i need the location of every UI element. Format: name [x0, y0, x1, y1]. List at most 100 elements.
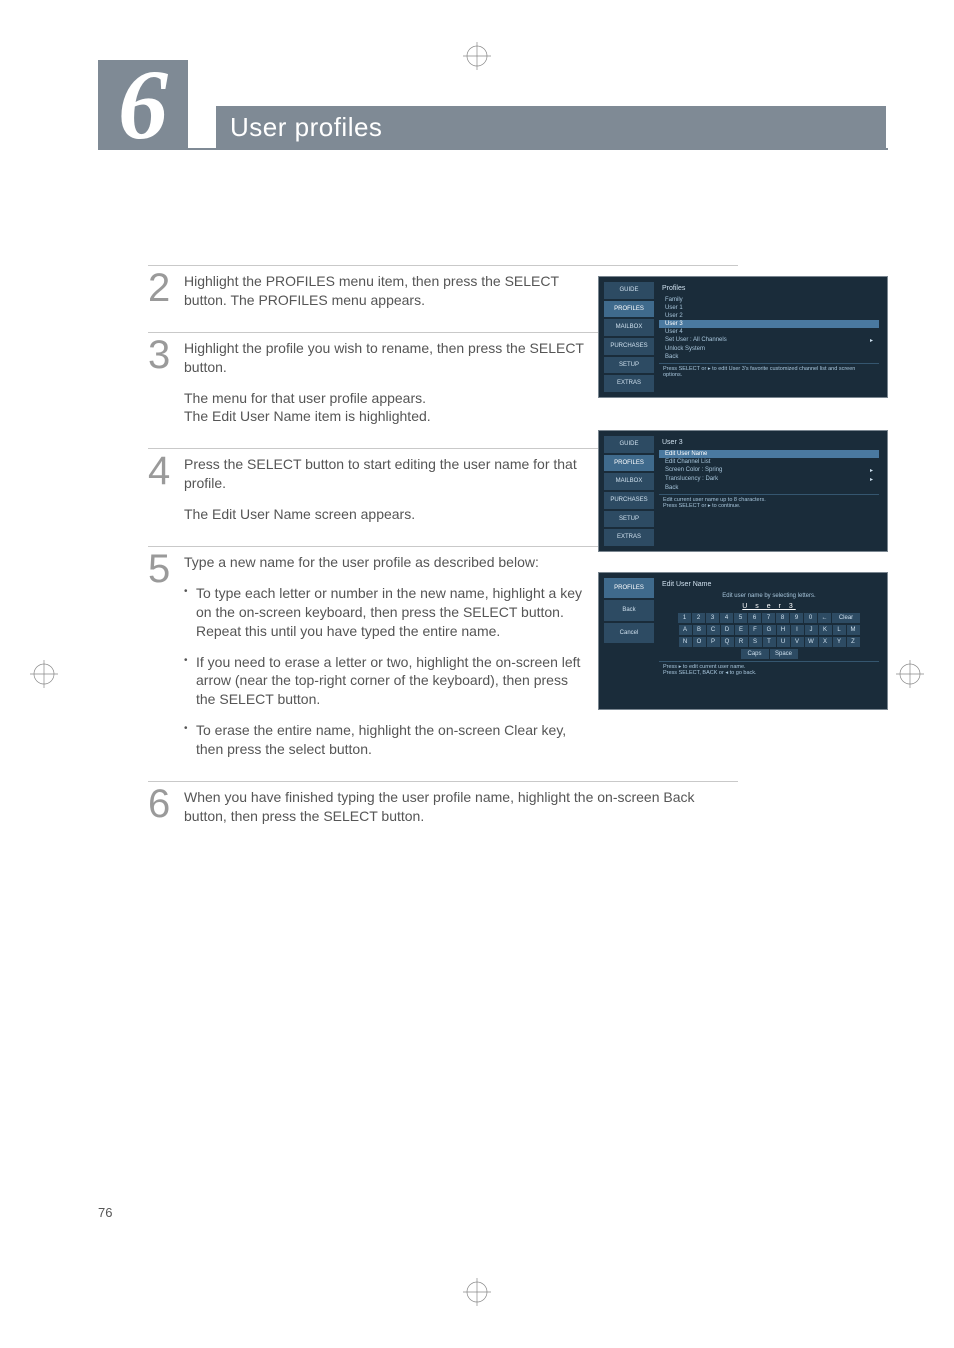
row-label: Screen Color : Spring — [665, 467, 722, 474]
figure-hint: Edit user name by selecting letters. — [659, 592, 879, 600]
key: 4 — [720, 613, 733, 623]
chevron-right-icon: ▸ — [870, 467, 873, 474]
key: E — [735, 625, 748, 635]
step-bullet: To erase the entire name, highlight the … — [184, 721, 586, 759]
menu-row: Back — [659, 484, 879, 492]
chevron-right-icon: ▸ — [870, 476, 873, 483]
step-text: The menu for that user profile appears. … — [184, 389, 586, 427]
key: F — [749, 625, 762, 635]
sidebar-tab: PROFILES — [603, 454, 655, 473]
key: 9 — [790, 613, 803, 623]
sidebar-tab: Back — [603, 599, 655, 621]
figure-sidebar: GUIDE PROFILES MAILBOX PURCHASES SETUP E… — [603, 435, 655, 547]
onscreen-keyboard: 1 2 3 4 5 6 7 8 9 0 ← Clear — [663, 613, 875, 623]
onscreen-keyboard: A B C D E F G H I J K L M — [663, 625, 875, 635]
figure-header: Edit User Name — [659, 580, 879, 589]
onscreen-keyboard: N O P Q R S T U V W X Y Z — [663, 637, 875, 647]
profile-row: Back — [659, 353, 879, 361]
key: C — [707, 625, 720, 635]
sidebar-tab: SETUP — [603, 510, 655, 529]
figure-footer: Edit current user name up to 8 character… — [659, 494, 879, 511]
key: O — [693, 637, 706, 647]
key: Y — [833, 637, 846, 647]
figure-footer: Press ▸ to edit current user name. Press… — [659, 661, 879, 678]
step-text: Highlight the profile you wish to rename… — [184, 339, 586, 377]
figure-footer: Press SELECT or ▸ to edit User 3's favor… — [659, 363, 879, 380]
sidebar-tab: PROFILES — [603, 300, 655, 319]
onscreen-keyboard: Caps Space — [663, 649, 875, 659]
step-body: Highlight the PROFILES menu item, then p… — [184, 270, 586, 322]
step-number: 6 — [148, 786, 184, 838]
key: D — [721, 625, 734, 635]
backspace-key: ← — [818, 613, 831, 623]
page-number: 76 — [98, 1205, 112, 1220]
key: V — [791, 637, 804, 647]
crop-mark-left — [30, 660, 58, 688]
step-body: Press the SELECT button to start editing… — [184, 453, 586, 536]
chapter-number: 6 — [98, 60, 188, 150]
step-bullet: If you need to erase a letter or two, hi… — [184, 653, 586, 710]
name-input-value: U s e r 3 — [659, 603, 879, 610]
crop-mark-bottom — [463, 1278, 491, 1306]
menu-row: Translucency : Dark ▸ — [659, 475, 879, 484]
step-6: 6 When you have finished typing the user… — [148, 781, 738, 838]
step-number: 5 — [148, 551, 184, 771]
profile-row: Family — [659, 296, 879, 304]
key: 8 — [776, 613, 789, 623]
sidebar-tab: EXTRAS — [603, 374, 655, 393]
key: 5 — [734, 613, 747, 623]
sidebar-tab: GUIDE — [603, 281, 655, 300]
figures-column: GUIDE PROFILES MAILBOX PURCHASES SETUP E… — [598, 276, 888, 730]
figure-user-menu: GUIDE PROFILES MAILBOX PURCHASES SETUP E… — [598, 430, 888, 552]
sidebar-tab: PROFILES — [603, 577, 655, 599]
crop-mark-top — [463, 42, 491, 70]
figure-main: Profiles Family User 1 User 2 User 3 Use… — [655, 281, 883, 393]
key: A — [679, 625, 692, 635]
menu-row: Edit Channel List — [659, 458, 879, 466]
profile-row: User 2 — [659, 312, 879, 320]
key: R — [735, 637, 748, 647]
sidebar-tab: MAILBOX — [603, 472, 655, 491]
sidebar-tab: MAILBOX — [603, 318, 655, 337]
key: Z — [847, 637, 860, 647]
key: Q — [721, 637, 734, 647]
figure-profiles-menu: GUIDE PROFILES MAILBOX PURCHASES SETUP E… — [598, 276, 888, 398]
key: 2 — [692, 613, 705, 623]
crop-mark-right — [896, 660, 924, 688]
key: T — [763, 637, 776, 647]
profile-row: Set User : All Channels ▸ — [659, 336, 879, 345]
figure-header: Profiles — [659, 284, 879, 293]
row-label: Set User : All Channels — [665, 337, 727, 344]
step-body: When you have finished typing the user p… — [184, 786, 738, 838]
key: B — [693, 625, 706, 635]
row-label: Translucency : Dark — [665, 476, 718, 483]
step-body: Type a new name for the user profile as … — [184, 551, 586, 771]
key: N — [679, 637, 692, 647]
step-body: Highlight the profile you wish to rename… — [184, 337, 586, 439]
key: 1 — [678, 613, 691, 623]
figure-edit-name: PROFILES Back Cancel Edit User Name Edit… — [598, 572, 888, 710]
step-bullet: To type each letter or number in the new… — [184, 584, 586, 641]
key: L — [833, 625, 846, 635]
key: G — [763, 625, 776, 635]
key: X — [819, 637, 832, 647]
figure-main: User 3 Edit User Name Edit Channel List … — [655, 435, 883, 547]
step-bullet-list: To type each letter or number in the new… — [184, 584, 586, 759]
step-number: 4 — [148, 453, 184, 536]
sidebar-tab: SETUP — [603, 356, 655, 375]
step-text: Press the SELECT button to start editing… — [184, 455, 586, 493]
chapter-title: User profiles — [216, 106, 886, 150]
step-text: The Edit User Name screen appears. — [184, 505, 586, 524]
space-key: Space — [770, 649, 798, 659]
figure-main: Edit User Name Edit user name by selecti… — [655, 577, 883, 705]
step-text: Type a new name for the user profile as … — [184, 553, 586, 572]
key: I — [791, 625, 804, 635]
figure-header: User 3 — [659, 438, 879, 447]
profile-row: User 1 — [659, 304, 879, 312]
chevron-right-icon: ▸ — [870, 337, 873, 344]
key: K — [819, 625, 832, 635]
profile-row: User 4 — [659, 328, 879, 336]
sidebar-tab: EXTRAS — [603, 528, 655, 547]
figure-sidebar: PROFILES Back Cancel — [603, 577, 655, 705]
menu-row-highlighted: Edit User Name — [659, 450, 879, 458]
